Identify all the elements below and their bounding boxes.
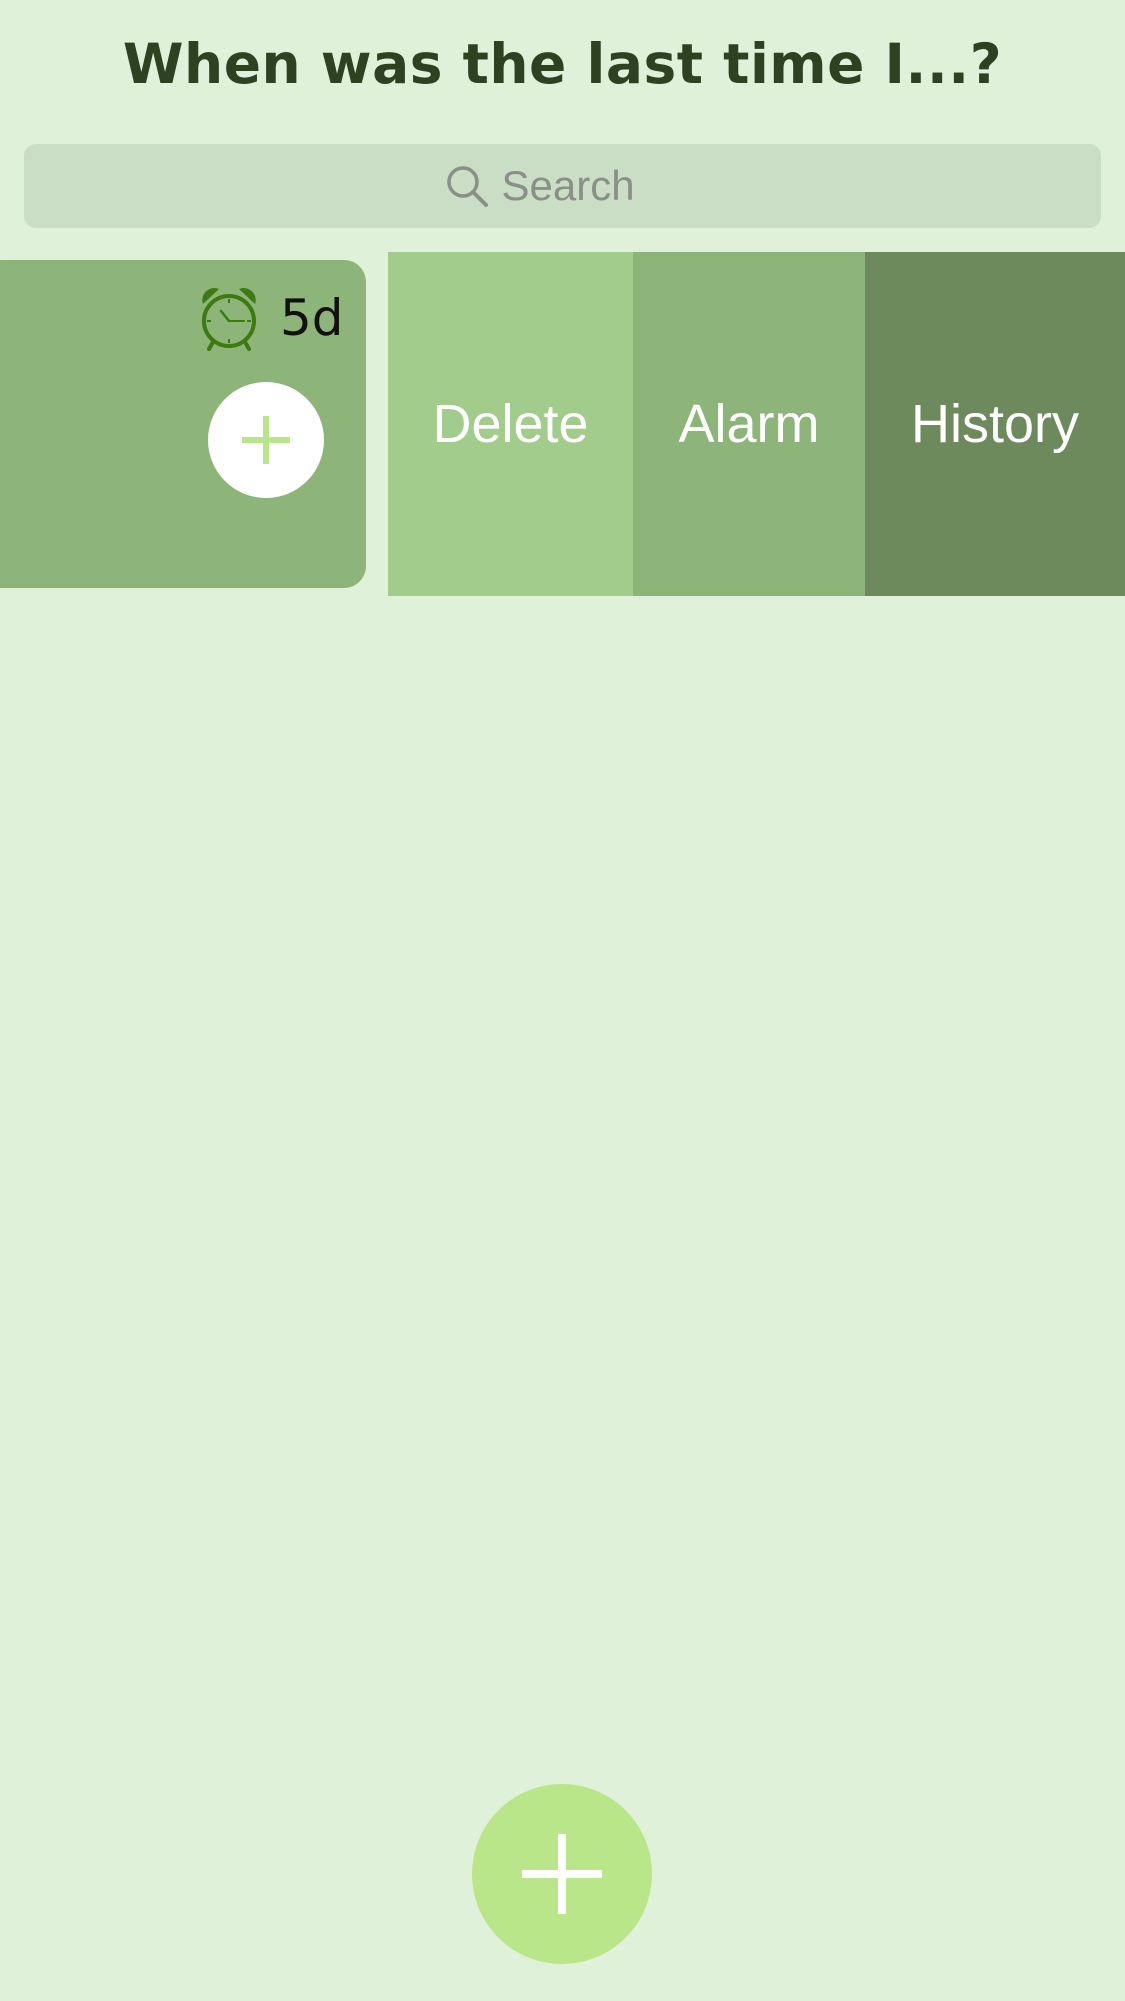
search-bar[interactable] — [24, 144, 1101, 228]
plus-icon — [520, 1832, 604, 1916]
alarm-clock-icon[interactable] — [199, 284, 259, 352]
history-button[interactable]: History — [865, 252, 1125, 596]
list-item[interactable]: 5d — [0, 260, 366, 588]
elapsed-time: 5d — [280, 289, 344, 347]
add-item-button[interactable] — [472, 1784, 652, 1964]
page-title: When was the last time I...? — [122, 32, 1003, 96]
search-icon — [444, 163, 490, 209]
plus-icon — [236, 410, 296, 470]
log-now-button[interactable] — [208, 382, 324, 498]
alarm-button[interactable]: Alarm — [633, 252, 865, 596]
search-input[interactable] — [501, 162, 652, 210]
swipe-actions: Delete Alarm History — [388, 252, 1125, 596]
delete-button[interactable]: Delete — [388, 252, 633, 596]
